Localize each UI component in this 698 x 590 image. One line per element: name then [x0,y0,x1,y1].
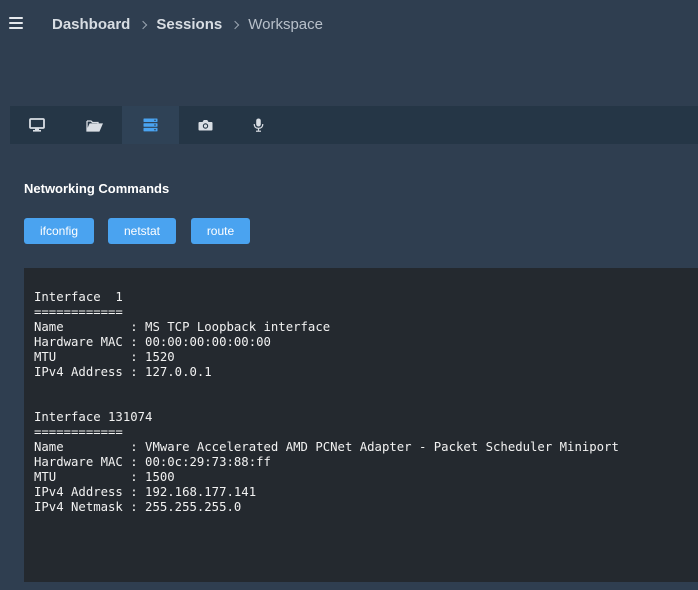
breadcrumb-dashboard[interactable]: Dashboard [52,16,130,34]
tab-files[interactable] [66,106,122,144]
camera-icon [198,120,213,131]
chevron-right-icon [130,16,156,34]
breadcrumb-workspace: Workspace [248,16,323,33]
section-title: Networking Commands [24,181,170,196]
ifconfig-button[interactable]: ifconfig [24,218,94,244]
workspace-panel: Networking Commands ifconfig netstat rou… [10,106,698,590]
top-bar: Dashboard Sessions Workspace [0,0,698,50]
tab-networking[interactable] [122,106,179,144]
route-button[interactable]: route [191,218,250,244]
breadcrumb: Dashboard Sessions Workspace [52,16,323,34]
netstat-button[interactable]: netstat [108,218,176,244]
terminal-output: Interface 1 ============ Name : MS TCP L… [34,290,619,514]
networking-section: Networking Commands ifconfig netstat rou… [10,144,698,590]
terminal-output-panel[interactable]: Interface 1 ============ Name : MS TCP L… [24,268,698,582]
server-icon [143,118,158,132]
breadcrumb-sessions[interactable]: Sessions [156,16,222,34]
tab-camera[interactable] [179,106,232,144]
hamburger-menu-icon[interactable] [9,16,23,30]
monitor-icon [29,118,45,132]
tab-microphone[interactable] [232,106,284,144]
tool-tabs [10,106,698,144]
tab-desktop[interactable] [10,106,64,144]
folder-open-icon [85,119,103,132]
chevron-right-icon [222,16,248,34]
microphone-icon [253,118,263,132]
